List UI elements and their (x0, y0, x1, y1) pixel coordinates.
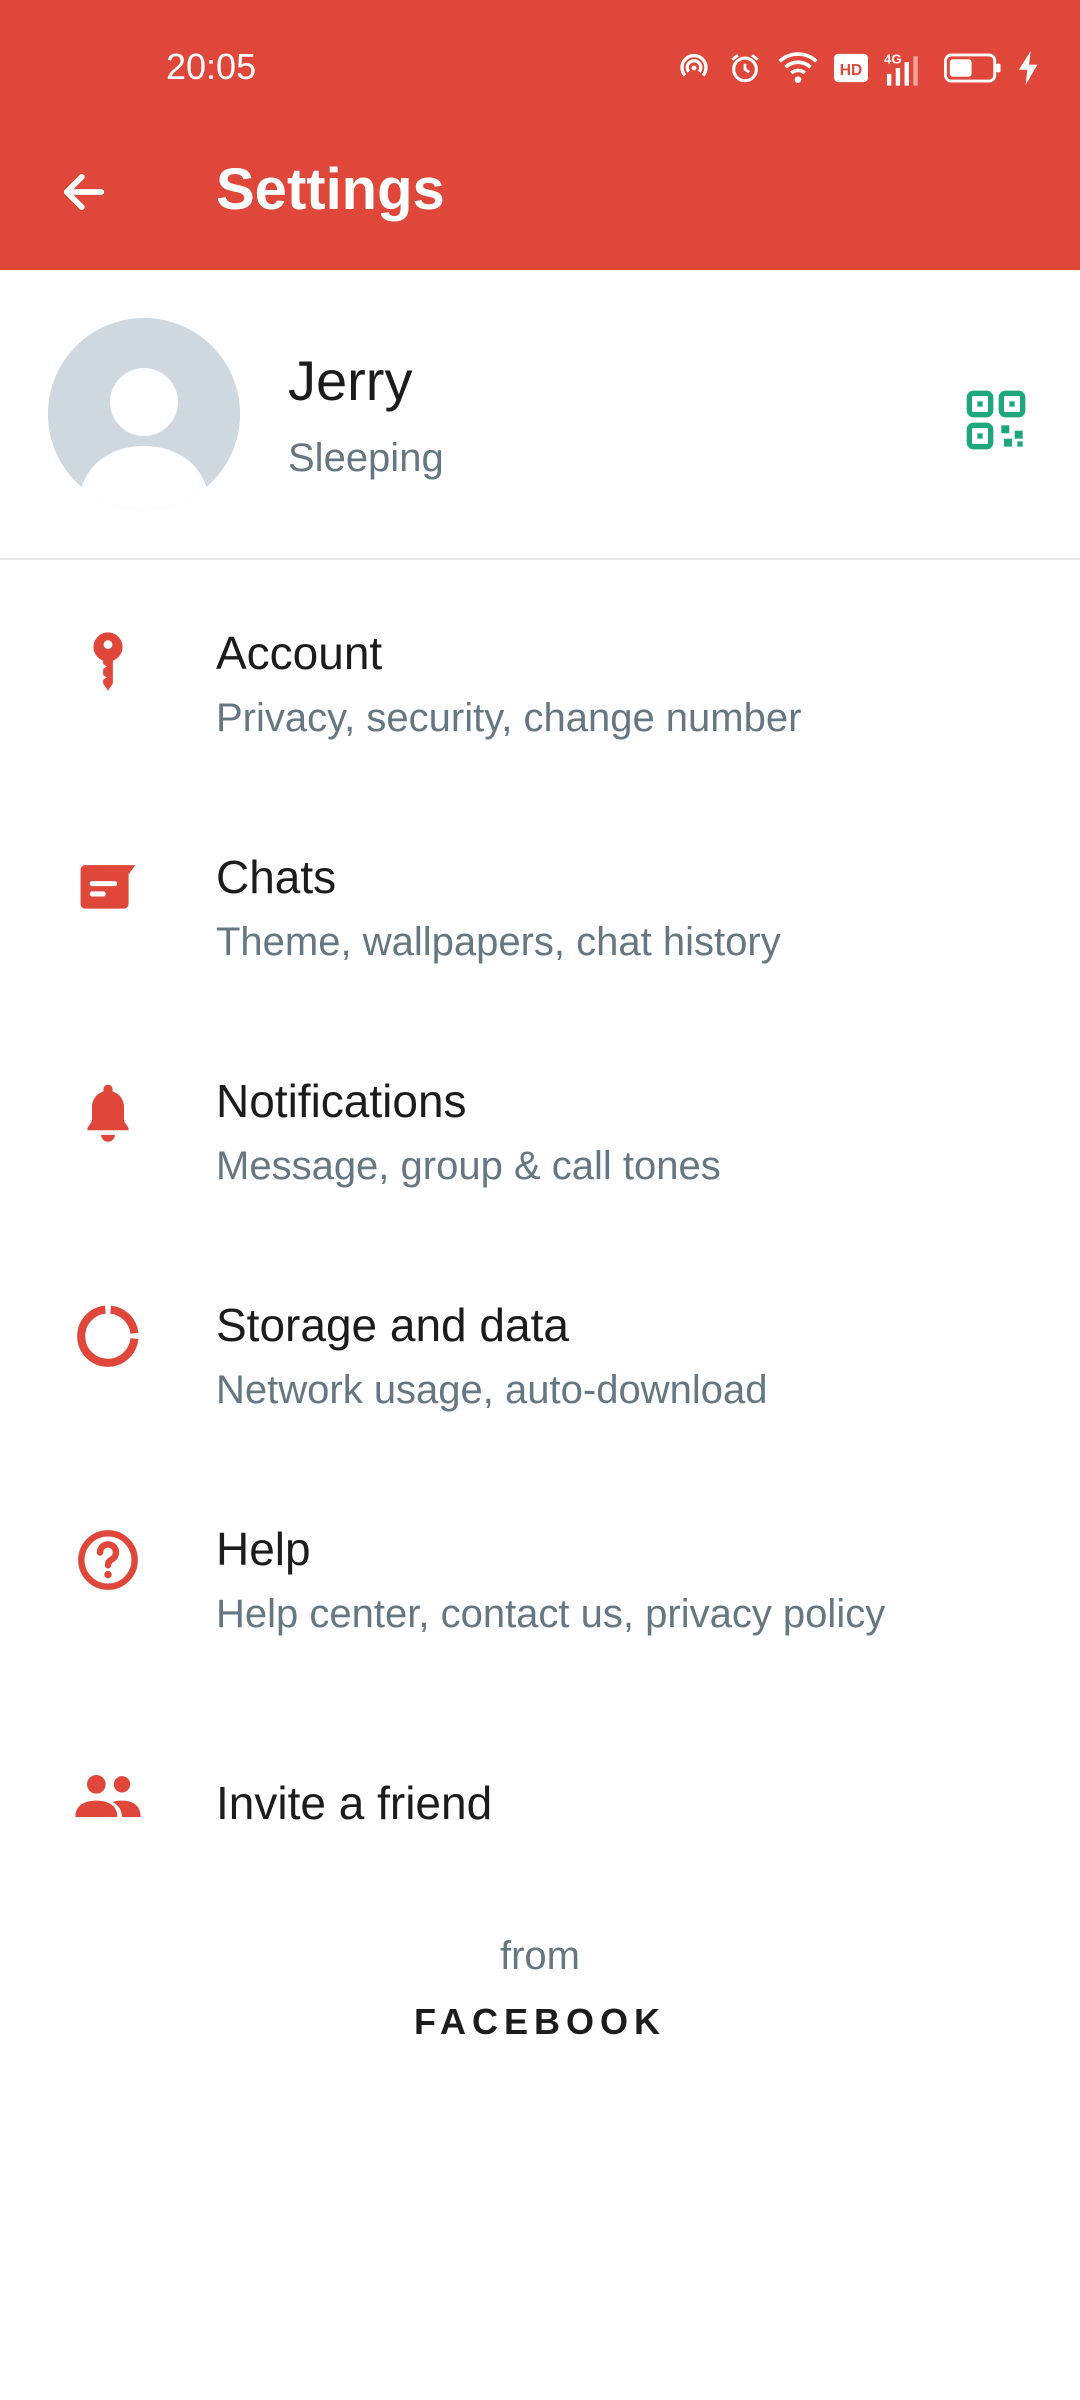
menu-item-label: Help (216, 1523, 311, 1575)
menu-item-label: Invite a friend (216, 1777, 493, 1829)
status-time: 20:05 (166, 46, 257, 87)
menu-item-notifications[interactable]: Notifications Message, group & call tone… (0, 1008, 1080, 1232)
alarm-icon (731, 54, 759, 83)
status-icons: HD 4G (676, 48, 1040, 88)
qr-code-button[interactable] (956, 380, 1036, 460)
page-title: Settings (216, 157, 445, 222)
battery-icon (944, 53, 1001, 83)
qr-code-icon (966, 390, 1026, 450)
menu-item-invite[interactable]: Invite a friend (0, 1680, 1080, 1904)
profile-row[interactable]: Jerry Sleeping (0, 270, 1080, 560)
profile-status: Sleeping (288, 436, 444, 480)
menu-item-label: Storage and data (216, 1299, 569, 1351)
hotspot-icon (680, 53, 708, 77)
arrow-left-icon (63, 174, 105, 210)
menu-item-sublabel: Privacy, security, change number (216, 696, 802, 740)
chat-icon (64, 844, 152, 932)
menu-item-label: Chats (216, 851, 337, 903)
menu-item-account[interactable]: Account Privacy, security, change number (0, 560, 1080, 784)
menu-item-help[interactable]: Help Help center, contact us, privacy po… (0, 1456, 1080, 1680)
help-icon (64, 1516, 152, 1604)
app-header: 20:05 HD 4G Settings (0, 0, 1080, 270)
wifi-icon (778, 52, 818, 83)
profile-name: Jerry (288, 349, 413, 412)
menu-item-storage[interactable]: Storage and data Network usage, auto-dow… (0, 1232, 1080, 1456)
settings-menu: Account Privacy, security, change number… (0, 560, 1080, 1904)
storage-icon (64, 1292, 152, 1380)
svg-text:HD: HD (840, 62, 863, 79)
menu-item-sublabel: Help center, contact us, privacy policy (216, 1592, 886, 1636)
menu-item-sublabel: Message, group & call tones (216, 1144, 721, 1188)
footer-brand: FACEBOOK (413, 2001, 666, 2042)
footer-from: from (500, 1934, 580, 1978)
key-icon (64, 620, 152, 708)
menu-item-sublabel: Network usage, auto-download (216, 1368, 768, 1412)
people-icon (64, 1752, 152, 1840)
4g-signal-icon: 4G (884, 52, 918, 86)
menu-item-label: Notifications (216, 1075, 467, 1127)
svg-text:4G: 4G (884, 52, 902, 67)
menu-item-label: Account (216, 627, 383, 679)
avatar[interactable] (48, 318, 240, 510)
menu-item-chats[interactable]: Chats Theme, wallpapers, chat history (0, 784, 1080, 1008)
charging-icon (1018, 51, 1038, 85)
status-bar: 20:05 HD 4G (0, 0, 1080, 136)
footer: from FACEBOOK (0, 1934, 1080, 2043)
menu-item-sublabel: Theme, wallpapers, chat history (216, 920, 781, 964)
back-button[interactable] (44, 152, 124, 232)
hd-icon: HD (834, 53, 868, 83)
bell-icon (64, 1068, 152, 1156)
default-avatar-icon (48, 318, 240, 510)
